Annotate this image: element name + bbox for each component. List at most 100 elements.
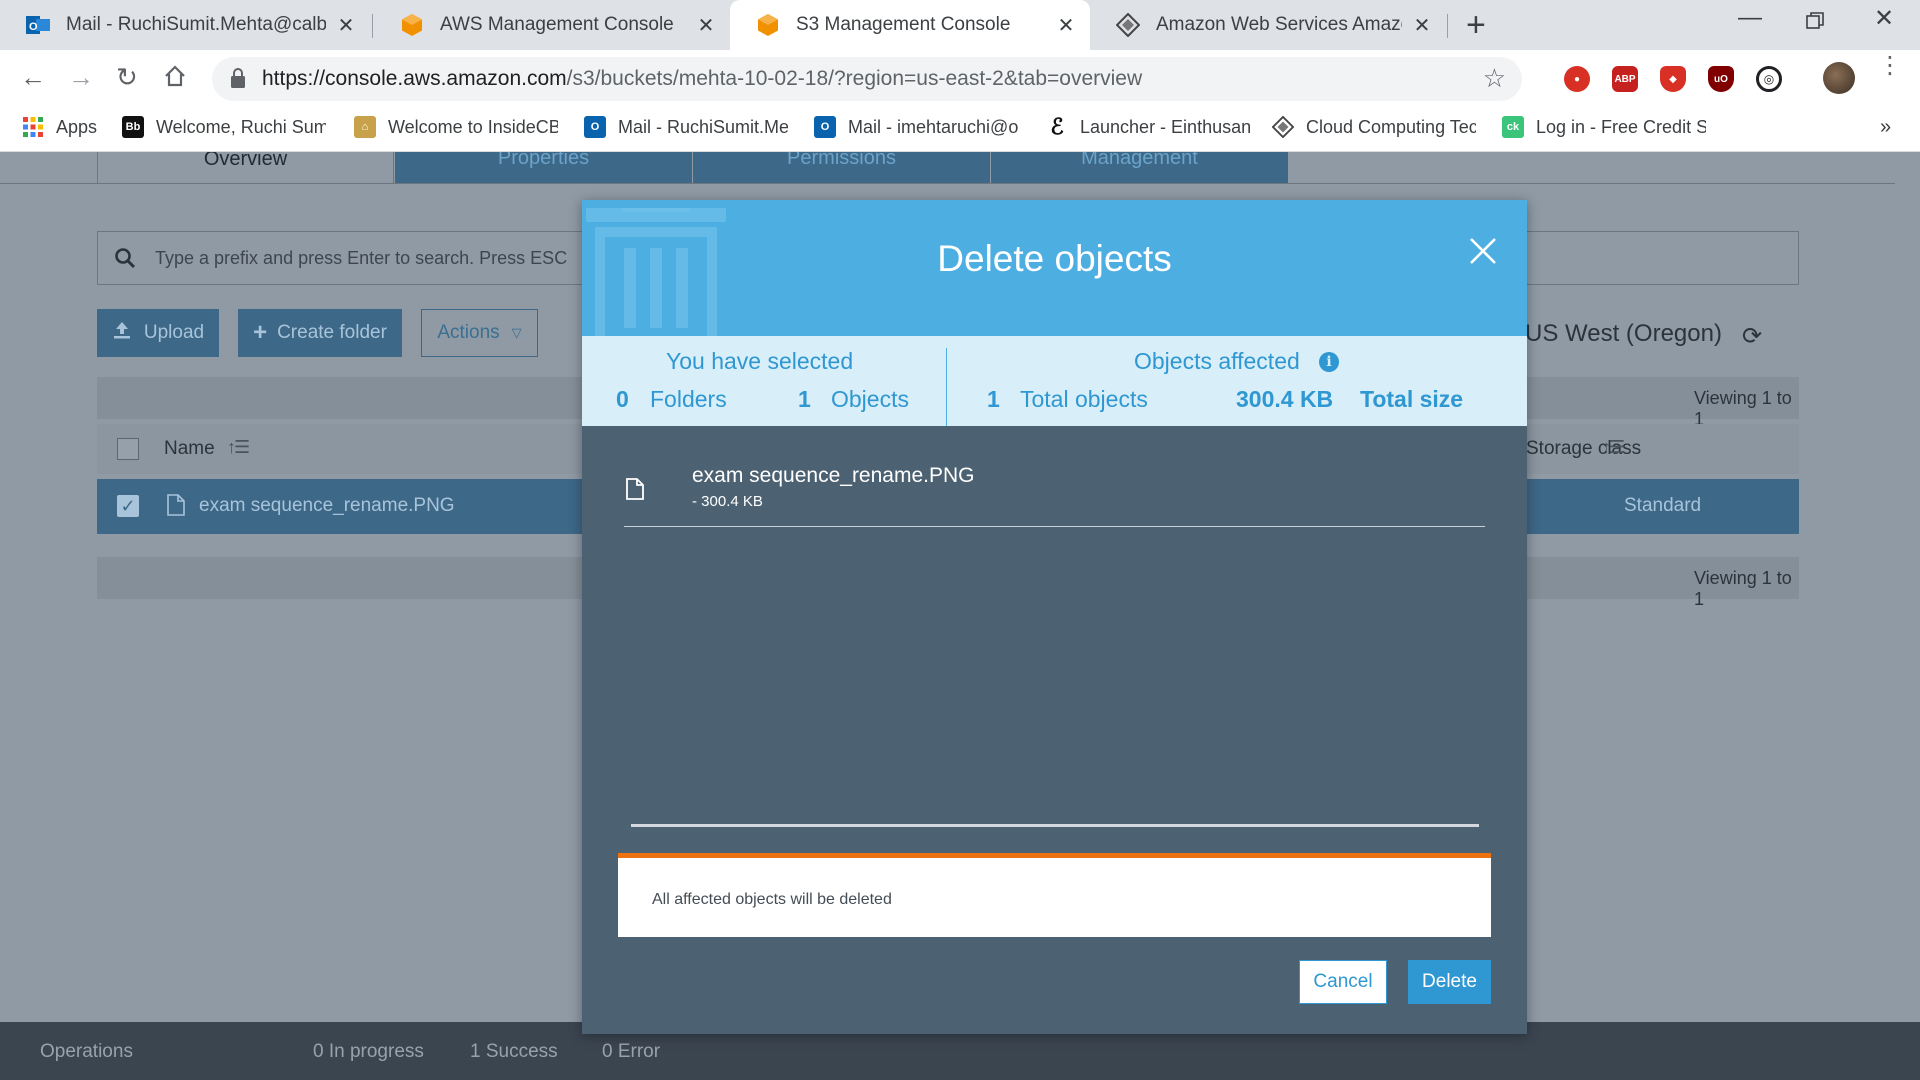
window-close-icon[interactable]: ✕ — [1874, 4, 1894, 33]
bookmarks-bar: Apps Bb Welcome, Ruchi Sumit ⌂ Welcome t… — [0, 108, 1920, 152]
new-tab-icon[interactable]: + — [1466, 6, 1486, 44]
upload-label: Upload — [143, 322, 205, 343]
selected-heading: You have selected — [666, 348, 854, 374]
object-name-link[interactable]: exam sequence_rename.PNG — [199, 495, 455, 517]
file-icon — [626, 478, 644, 505]
tab-title: Amazon Web Services Amazon S3 — [1156, 14, 1402, 35]
bookmark-einthusan[interactable]: ℰ Launcher - Einthusan — [1046, 116, 1250, 138]
browser-tab-mail[interactable]: O Mail - RuchiSumit.Mehta@calbaptist.edu… — [0, 0, 370, 50]
tab-management[interactable]: Management — [991, 152, 1288, 183]
bookmark-star-icon[interactable]: ☆ — [1483, 63, 1506, 94]
folders-label: Folders — [650, 386, 727, 412]
avatar[interactable] — [1823, 62, 1855, 94]
bookmark-credit-karma[interactable]: ck Log in - Free Credit Score — [1502, 116, 1706, 138]
selection-summary: You have selected 0 Folders 1 Objects Ob… — [582, 336, 1527, 426]
info-icon[interactable]: i — [1319, 352, 1339, 372]
back-icon[interactable]: ← — [20, 62, 46, 93]
operations-error: 0 Error — [602, 1041, 661, 1062]
close-icon[interactable]: ✕ — [1056, 13, 1076, 38]
tab-title: Mail - RuchiSumit.Mehta@calbaptist.edu — [66, 14, 326, 35]
plus-icon: + — [253, 319, 268, 346]
file-list-divider — [624, 526, 1485, 527]
browser-toolbar: ← → ↻ https://console.aws.amazon.com/s3/… — [0, 50, 1920, 108]
operations-label[interactable]: Operations — [40, 1041, 133, 1063]
folders-count: 0 — [616, 386, 629, 412]
actions-dropdown[interactable]: Actions ▽ — [421, 309, 538, 357]
lock-icon — [230, 67, 246, 94]
bookmark-label: Welcome, Ruchi Sumit — [156, 116, 326, 137]
credit-karma-icon: ck — [1502, 116, 1524, 138]
url-text: https://console.aws.amazon.com/s3/bucket… — [262, 67, 1142, 91]
tab-overview[interactable]: Overview — [97, 152, 394, 183]
search-icon — [114, 247, 136, 274]
search-placeholder: Type a prefix and press Enter to search.… — [155, 248, 568, 268]
bookmark-mail-school[interactable]: O Mail - RuchiSumit.Mehta — [584, 116, 788, 138]
close-icon[interactable]: ✕ — [1412, 13, 1432, 38]
chevron-down-icon: ▽ — [511, 325, 522, 340]
summary-divider — [946, 348, 947, 426]
modal-title: Delete objects — [937, 238, 1172, 279]
affected-file-name: exam sequence_rename.PNG — [692, 464, 975, 487]
minimize-icon[interactable]: — — [1738, 4, 1762, 32]
warning-text: All affected objects will be deleted — [652, 891, 892, 908]
more-menu-icon[interactable]: ⋮ — [1878, 54, 1902, 78]
create-folder-button[interactable]: + Create folder — [238, 309, 402, 357]
home-icon[interactable] — [163, 62, 187, 95]
delete-label: Delete — [1422, 971, 1477, 992]
total-size-value: 300.4 KB — [1236, 386, 1334, 412]
bookmark-mail-outlook[interactable]: O Mail - imehtaruchi@outlook — [814, 116, 1018, 138]
bookmark-insidecbu[interactable]: ⌂ Welcome to InsideCBU — [354, 116, 558, 138]
chevron-double-right-icon[interactable]: » — [1880, 116, 1891, 139]
sort-icon[interactable]: ↑☰ — [1602, 437, 1625, 458]
delete-button[interactable]: Delete — [1408, 960, 1491, 1004]
bookmark-label: Welcome to InsideCBU — [388, 116, 558, 137]
tab-label: Permissions — [787, 152, 896, 169]
tab-properties[interactable]: Properties — [395, 152, 692, 183]
extension-link-icon[interactable]: ◎ — [1756, 66, 1782, 92]
row-checkbox[interactable]: ✓ — [117, 495, 139, 517]
browser-tab-aws[interactable]: AWS Management Console ✕ — [374, 0, 730, 50]
column-name[interactable]: Name — [164, 438, 215, 460]
affected-heading: Objects affected — [1134, 348, 1300, 374]
bookmark-apps[interactable]: Apps — [22, 116, 97, 138]
forward-icon[interactable]: → — [68, 62, 94, 93]
sort-icon[interactable]: ↑☰ — [227, 437, 250, 458]
tab-title: AWS Management Console — [440, 14, 674, 35]
bookmark-blackboard[interactable]: Bb Welcome, Ruchi Sumit — [122, 116, 326, 138]
extension-shield-icon[interactable]: ◆ — [1660, 66, 1686, 92]
objects-label: Objects — [831, 386, 909, 412]
actions-label: Actions — [437, 322, 500, 343]
ublock-icon[interactable]: uO — [1708, 66, 1734, 92]
browser-tab-amazon-s3[interactable]: Amazon Web Services Amazon S3 ✕ — [1090, 0, 1446, 50]
operations-success: 1 Success — [470, 1041, 558, 1062]
aws-icon — [756, 13, 780, 37]
operations-in-progress: 0 In progress — [313, 1041, 424, 1062]
outlook-icon: O — [584, 116, 606, 138]
tab-separator — [1447, 14, 1448, 38]
extension-red-shield-icon[interactable]: ● — [1564, 66, 1590, 92]
bookmark-cloud-computing[interactable]: Cloud Computing Tech — [1272, 116, 1476, 138]
create-folder-label: Create folder — [277, 322, 387, 343]
close-icon[interactable]: ✕ — [696, 13, 716, 38]
browser-tab-s3[interactable]: S3 Management Console ✕ — [730, 0, 1090, 50]
restore-icon[interactable] — [1806, 4, 1824, 37]
delete-objects-modal: Delete objects You have selected 0 Folde… — [582, 200, 1527, 1034]
tab-permissions[interactable]: Permissions — [693, 152, 990, 183]
tab-title: S3 Management Console — [796, 14, 1011, 35]
adblock-icon[interactable]: ABP — [1612, 66, 1638, 92]
cancel-button[interactable]: Cancel — [1299, 960, 1387, 1004]
reload-icon[interactable]: ↻ — [116, 62, 138, 93]
close-icon[interactable] — [1468, 236, 1498, 271]
refresh-icon[interactable]: ⟳ — [1742, 322, 1762, 351]
total-objects-count: 1 — [987, 386, 1000, 412]
tab-label: Properties — [497, 152, 590, 169]
bucket-tabs: Overview Properties Permissions Manageme… — [0, 152, 1920, 184]
cancel-label: Cancel — [1313, 971, 1373, 992]
file-icon — [167, 494, 185, 521]
select-all-checkbox[interactable] — [117, 438, 139, 460]
column-storage-class[interactable]: Storage class — [1526, 438, 1641, 460]
upload-button[interactable]: Upload — [97, 309, 219, 357]
address-bar[interactable]: https://console.aws.amazon.com/s3/bucket… — [212, 57, 1522, 101]
close-icon[interactable]: ✕ — [336, 13, 356, 38]
file-list-bottom-divider — [631, 824, 1479, 827]
